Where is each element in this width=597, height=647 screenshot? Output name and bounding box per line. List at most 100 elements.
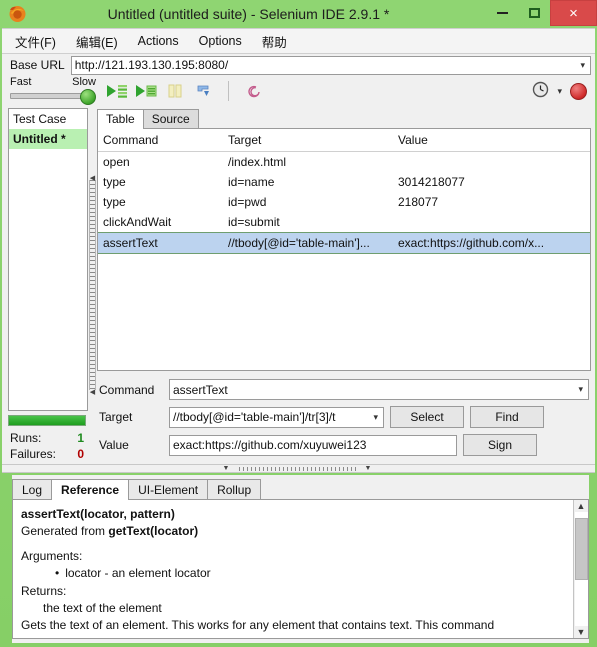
reference-scrollbar[interactable]: ▲ ▼ xyxy=(573,500,588,638)
value-label: Value xyxy=(99,438,129,452)
base-url-row: Base URL http://121.193.130.195:8080/ ▾ xyxy=(2,54,595,76)
speed-fast-label: Fast xyxy=(10,76,32,88)
runs-value: 1 xyxy=(77,431,84,445)
menu-file[interactable]: 文件(F) xyxy=(12,30,59,53)
reference-generated-prefix: Generated from xyxy=(21,524,109,539)
command-editor: Command assertText ▾ Target //tbody[@id=… xyxy=(97,371,591,464)
cell-target: id=name xyxy=(228,175,275,189)
command-input-value: assertText xyxy=(173,382,228,397)
scrollbar-track[interactable] xyxy=(574,512,588,626)
editor-pane: Table Source Command Target Value open /… xyxy=(97,106,595,464)
command-input[interactable]: assertText ▾ xyxy=(169,379,589,400)
splitter-grip[interactable] xyxy=(89,180,96,390)
base-url-combobox[interactable]: http://121.193.130.195:8080/ ▾ xyxy=(70,55,591,75)
find-button[interactable]: Find xyxy=(470,406,544,428)
target-input[interactable]: //tbody[@id='table-main']/tr[3]/t ▾ xyxy=(169,406,384,428)
chevron-down-icon[interactable]: ▾ xyxy=(576,384,585,395)
cell-value xyxy=(393,152,590,172)
horizontal-splitter-grip[interactable] xyxy=(238,467,359,471)
tab-ui-element[interactable]: UI-Element xyxy=(128,479,209,499)
main-area: Test Case Untitled * Runs: 1 Failures: 0… xyxy=(2,106,595,464)
chevron-up-icon[interactable]: ▲ xyxy=(577,500,586,512)
failures-value: 0 xyxy=(77,447,84,461)
menu-actions[interactable]: Actions xyxy=(135,32,182,50)
table-row[interactable]: type id=pwd 218077 xyxy=(98,192,590,212)
clock-icon[interactable] xyxy=(532,81,549,101)
sign-button[interactable]: Sign xyxy=(463,434,537,456)
selenium-ide-window: Untitled (untitled suite) - Selenium IDE… xyxy=(0,0,597,647)
rollup-rules-button[interactable] xyxy=(242,80,264,102)
speed-slow-label: Slow xyxy=(72,76,96,88)
vertical-splitter[interactable]: ◀ ◀ xyxy=(88,106,97,464)
menu-help[interactable]: 帮助 xyxy=(259,30,290,53)
reference-generated-from: getText(locator) xyxy=(108,524,199,539)
menu-edit[interactable]: 编辑(E) xyxy=(73,30,121,53)
record-button-icon[interactable] xyxy=(570,82,587,100)
step-button[interactable] xyxy=(193,80,215,102)
chevron-down-icon[interactable]: ▾ xyxy=(578,60,587,71)
test-case-list-header: Test Case xyxy=(9,109,87,129)
chevron-down-icon[interactable]: ▾ xyxy=(371,412,380,423)
chevron-down-icon[interactable]: ▾ xyxy=(555,86,564,97)
cell-command: open xyxy=(103,155,130,169)
spiral-icon xyxy=(248,85,260,98)
tab-log[interactable]: Log xyxy=(12,479,53,499)
column-header-target: Target xyxy=(228,133,262,147)
chevron-down-icon[interactable]: ▼ xyxy=(577,626,586,638)
progress-bar xyxy=(8,415,86,426)
collapse-down-arrow-icon[interactable]: ▼ xyxy=(365,465,372,472)
reference-arguments-label: Arguments: xyxy=(21,548,83,563)
menu-bar: 文件(F) 编辑(E) Actions Options 帮助 xyxy=(2,28,595,54)
collapse-left-arrow-icon-2[interactable]: ◀ xyxy=(90,388,95,396)
close-icon: × xyxy=(569,4,578,22)
value-input-value: exact:https://github.com/xuyuwei123 xyxy=(173,438,367,452)
table-row[interactable]: type id=name 3014218077 xyxy=(98,172,590,192)
cell-value: exact:https://github.com/x... xyxy=(398,236,545,250)
execution-speed-slider[interactable]: Fast Slow xyxy=(8,76,98,106)
failures-label: Failures: xyxy=(10,447,57,461)
cell-command: assertText xyxy=(103,236,158,250)
collapse-up-arrow-icon[interactable]: ▼ xyxy=(223,465,230,472)
play-entire-test-suite-button[interactable] xyxy=(106,80,128,102)
bottom-panel: Log Reference UI-Element Rollup assertTe… xyxy=(12,475,589,643)
collapse-left-arrow-icon[interactable]: ◀ xyxy=(90,174,95,182)
tab-reference[interactable]: Reference xyxy=(51,479,130,500)
reference-description: Gets the text of an element. This works … xyxy=(21,618,495,633)
reference-content-box: assertText(locator, pattern) Generated f… xyxy=(12,499,589,639)
tab-rollup[interactable]: Rollup xyxy=(207,479,262,499)
runs-label: Runs: xyxy=(10,431,42,445)
reference-argument-item: locator - an element locator xyxy=(55,565,565,582)
close-button[interactable]: × xyxy=(550,0,597,26)
target-field-row: Target //tbody[@id='table-main']/tr[3]/t… xyxy=(99,406,589,428)
test-case-list[interactable]: Test Case Untitled * xyxy=(8,108,88,411)
select-button[interactable]: Select xyxy=(390,406,464,428)
test-case-item-untitled[interactable]: Untitled * xyxy=(9,129,87,149)
pause-resume-button[interactable] xyxy=(164,80,186,102)
value-field-row: Value exact:https://github.com/xuyuwei12… xyxy=(99,434,589,456)
reference-returns-label: Returns: xyxy=(21,583,67,598)
tab-source[interactable]: Source xyxy=(142,109,199,128)
table-row[interactable]: clickAndWait id=submit xyxy=(98,212,590,232)
command-table[interactable]: Command Target Value open /index.html ty… xyxy=(97,129,591,371)
table-row-selected[interactable]: assertText //tbody[@id='table-main']... … xyxy=(98,232,590,254)
scrollbar-thumb[interactable] xyxy=(574,518,588,580)
play-suite-icon xyxy=(107,85,127,98)
minimize-button[interactable] xyxy=(486,0,518,26)
cell-value xyxy=(393,212,590,232)
tab-table[interactable]: Table xyxy=(97,109,144,129)
command-field-row: Command assertText ▾ xyxy=(99,379,589,400)
command-table-header: Command Target Value xyxy=(98,129,590,152)
cell-value: 218077 xyxy=(398,195,439,209)
cell-target: id=pwd xyxy=(228,195,267,209)
horizontal-splitter[interactable]: ▼ ▼ xyxy=(2,464,595,473)
value-input[interactable]: exact:https://github.com/xuyuwei123 xyxy=(169,434,457,456)
maximize-button[interactable] xyxy=(518,0,550,26)
cell-target: /index.html xyxy=(228,155,287,169)
menu-options[interactable]: Options xyxy=(196,32,245,50)
pause-icon xyxy=(168,84,182,98)
play-current-test-case-button[interactable] xyxy=(135,80,157,102)
target-label: Target xyxy=(99,410,133,424)
runs-row: Runs: 1 xyxy=(8,430,86,446)
slider-knob[interactable] xyxy=(80,89,96,105)
table-row[interactable]: open /index.html xyxy=(98,152,590,172)
